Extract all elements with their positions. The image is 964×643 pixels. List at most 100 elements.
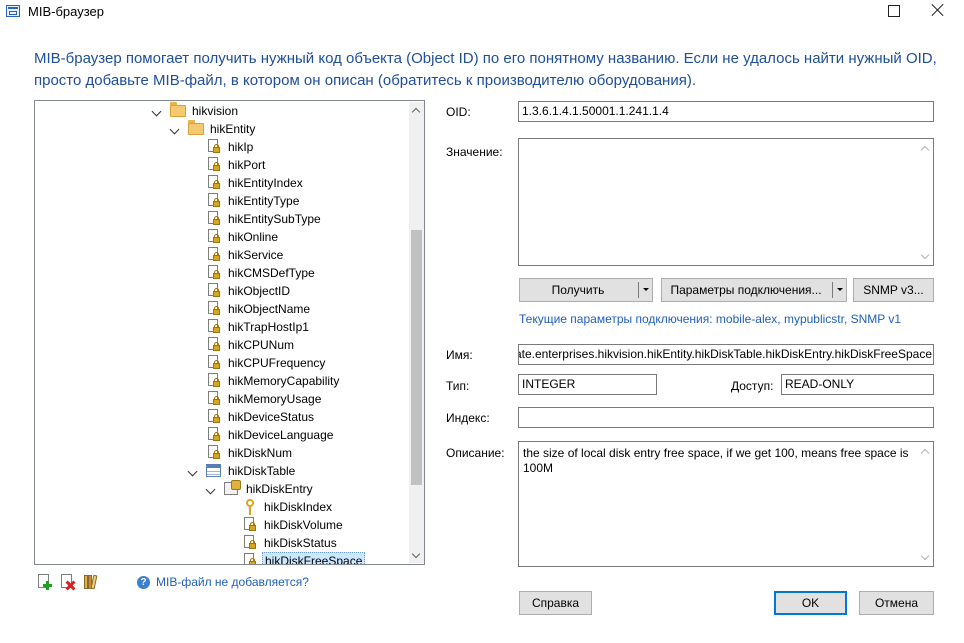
tree-node[interactable]: hikObjectName — [189, 300, 409, 318]
tree-node-label: hikDiskEntry — [246, 482, 313, 496]
locked-leaf-icon — [206, 373, 222, 389]
description-scroll-up-icon[interactable] — [921, 447, 929, 455]
tree-node-label: hikIp — [228, 140, 254, 154]
tree-node-label: hikDeviceStatus — [228, 410, 315, 424]
tree-node[interactable]: hikEntitySubType — [189, 210, 409, 228]
tree-node-label: hikService — [228, 248, 284, 262]
tree-node[interactable]: hikEntityIndex — [189, 174, 409, 192]
oid-label: OID: — [446, 105, 471, 119]
scroll-up-arrow-icon[interactable] — [412, 106, 420, 114]
title-bar: MIB-браузер — [0, 0, 964, 24]
help-question-icon: ? — [137, 576, 150, 589]
value-scroll-up-icon[interactable] — [921, 144, 929, 152]
tree-node-label: hikDiskTable — [228, 464, 296, 478]
get-dropdown-arrow-icon[interactable] — [643, 288, 649, 291]
locked-leaf-icon — [206, 301, 222, 317]
help-button[interactable]: Справка — [519, 591, 592, 615]
maximize-icon — [888, 5, 900, 17]
tree-node[interactable]: hikMemoryUsage — [189, 390, 409, 408]
name-label: Имя: — [446, 348, 473, 362]
cancel-button[interactable]: Отмена — [859, 591, 934, 615]
tree-node[interactable]: hikCPUFrequency — [189, 354, 409, 372]
close-icon — [931, 3, 945, 17]
tree-scrollbar[interactable] — [409, 102, 424, 563]
add-mib-icon[interactable] — [37, 574, 53, 590]
expand-chevron-icon[interactable] — [187, 466, 198, 477]
description-scroll-down-icon[interactable] — [921, 553, 929, 561]
scroll-down-arrow-icon[interactable] — [412, 551, 420, 559]
tree-node[interactable]: hikIp — [189, 138, 409, 156]
description-field[interactable]: the size of local disk entry free space,… — [518, 441, 934, 567]
tree-node[interactable]: hikDeviceLanguage — [189, 426, 409, 444]
tree-node[interactable]: hikEntityType — [189, 192, 409, 210]
tree-node[interactable]: hikDiskIndex — [225, 498, 424, 516]
tree-node[interactable]: hikTrapHostIp1 — [189, 318, 409, 336]
connection-params-dropdown-arrow-icon[interactable] — [837, 288, 843, 291]
tree-node-label: hikObjectID — [228, 284, 291, 298]
tree-node-label: hikObjectName — [228, 302, 311, 316]
mib-help-link[interactable]: MIB-файл не добавляется? — [156, 575, 309, 589]
mib-tree[interactable]: hikDiskFreeSpace hikDiskStatus hikDiskVolu… — [34, 100, 425, 565]
remove-mib-icon[interactable] — [60, 574, 76, 590]
mib-library-icon[interactable] — [83, 574, 99, 590]
tree-node[interactable]: hikPort — [189, 156, 409, 174]
intro-text: MIB-браузер помогает получить нужный код… — [34, 50, 937, 89]
app-window-icon — [6, 5, 20, 17]
value-field[interactable] — [518, 138, 934, 266]
value-scrollbar[interactable] — [917, 139, 933, 265]
close-button[interactable] — [916, 0, 960, 22]
name-field[interactable]: .iso.org.dod.internet.private.enterprise… — [518, 344, 934, 365]
description-scrollbar[interactable] — [917, 442, 933, 566]
tree-node-label: hikDeviceLanguage — [228, 428, 334, 442]
connection-params-split-button[interactable]: Параметры подключения... — [661, 278, 847, 302]
tree-node[interactable]: hikvision — [151, 102, 373, 120]
locked-leaf-icon — [206, 409, 222, 425]
access-label: Доступ: — [731, 379, 774, 393]
locked-leaf-icon — [206, 283, 222, 299]
connection-info-link[interactable]: Текущие параметры подключения: mobile-al… — [519, 312, 901, 326]
tree-node[interactable]: hikEntity — [169, 120, 391, 138]
type-field[interactable]: INTEGER — [518, 374, 657, 395]
tree-node-label: hikvision — [192, 104, 239, 118]
index-field[interactable] — [518, 407, 934, 428]
key-icon — [246, 499, 254, 515]
get-split-button[interactable]: Получить — [519, 278, 653, 302]
tree-node[interactable]: hikDeviceStatus — [189, 408, 409, 426]
tree-node[interactable]: hikObjectID — [189, 282, 409, 300]
tree-node-label: hikCPUNum — [228, 338, 295, 352]
connection-params-label[interactable]: Параметры подключения... — [662, 279, 830, 301]
ok-button[interactable]: OK — [774, 591, 847, 615]
snmp-v3-button[interactable]: SNMP v3... — [853, 278, 934, 302]
tree-node-label: hikMemoryUsage — [228, 392, 322, 406]
tree-node[interactable]: hikDiskTable — [187, 462, 409, 480]
expand-chevron-icon[interactable] — [151, 106, 162, 117]
access-field[interactable]: READ-ONLY — [781, 374, 934, 395]
tree-node[interactable]: hikDiskEntry — [205, 480, 424, 498]
locked-leaf-icon — [206, 337, 222, 353]
tree-node[interactable]: hikCMSDefType — [189, 264, 409, 282]
tree-node[interactable]: hikDiskFreeSpace — [225, 552, 424, 564]
oid-field[interactable]: 1.3.6.1.4.1.50001.1.241.1.4 — [518, 101, 934, 122]
locked-leaf-icon — [206, 175, 222, 191]
tree-node[interactable]: hikOnline — [189, 228, 409, 246]
window-title: MIB-браузер — [28, 4, 104, 19]
locked-leaf-icon — [206, 211, 222, 227]
tree-node[interactable]: hikDiskNum — [189, 444, 409, 462]
type-label: Тип: — [446, 379, 470, 393]
tree-node[interactable]: hikMemoryCapability — [189, 372, 409, 390]
scroll-thumb[interactable] — [411, 230, 422, 485]
get-button-label[interactable]: Получить — [520, 279, 636, 301]
tree-node[interactable]: hikDiskVolume — [225, 516, 424, 534]
locked-leaf-icon — [242, 535, 258, 551]
expand-chevron-icon[interactable] — [205, 484, 216, 495]
tree-node[interactable]: hikCPUNum — [189, 336, 409, 354]
locked-leaf-icon — [206, 265, 222, 281]
tree-node[interactable]: hikDiskStatus — [225, 534, 424, 552]
value-scroll-down-icon[interactable] — [921, 252, 929, 260]
expand-chevron-icon[interactable] — [169, 124, 180, 135]
maximize-button[interactable] — [872, 0, 916, 22]
locked-leaf-icon — [206, 355, 222, 371]
tree-node-label: hikCMSDefType — [228, 266, 315, 280]
description-text: the size of local disk entry free space,… — [523, 446, 909, 475]
tree-node[interactable]: hikService — [189, 246, 409, 264]
